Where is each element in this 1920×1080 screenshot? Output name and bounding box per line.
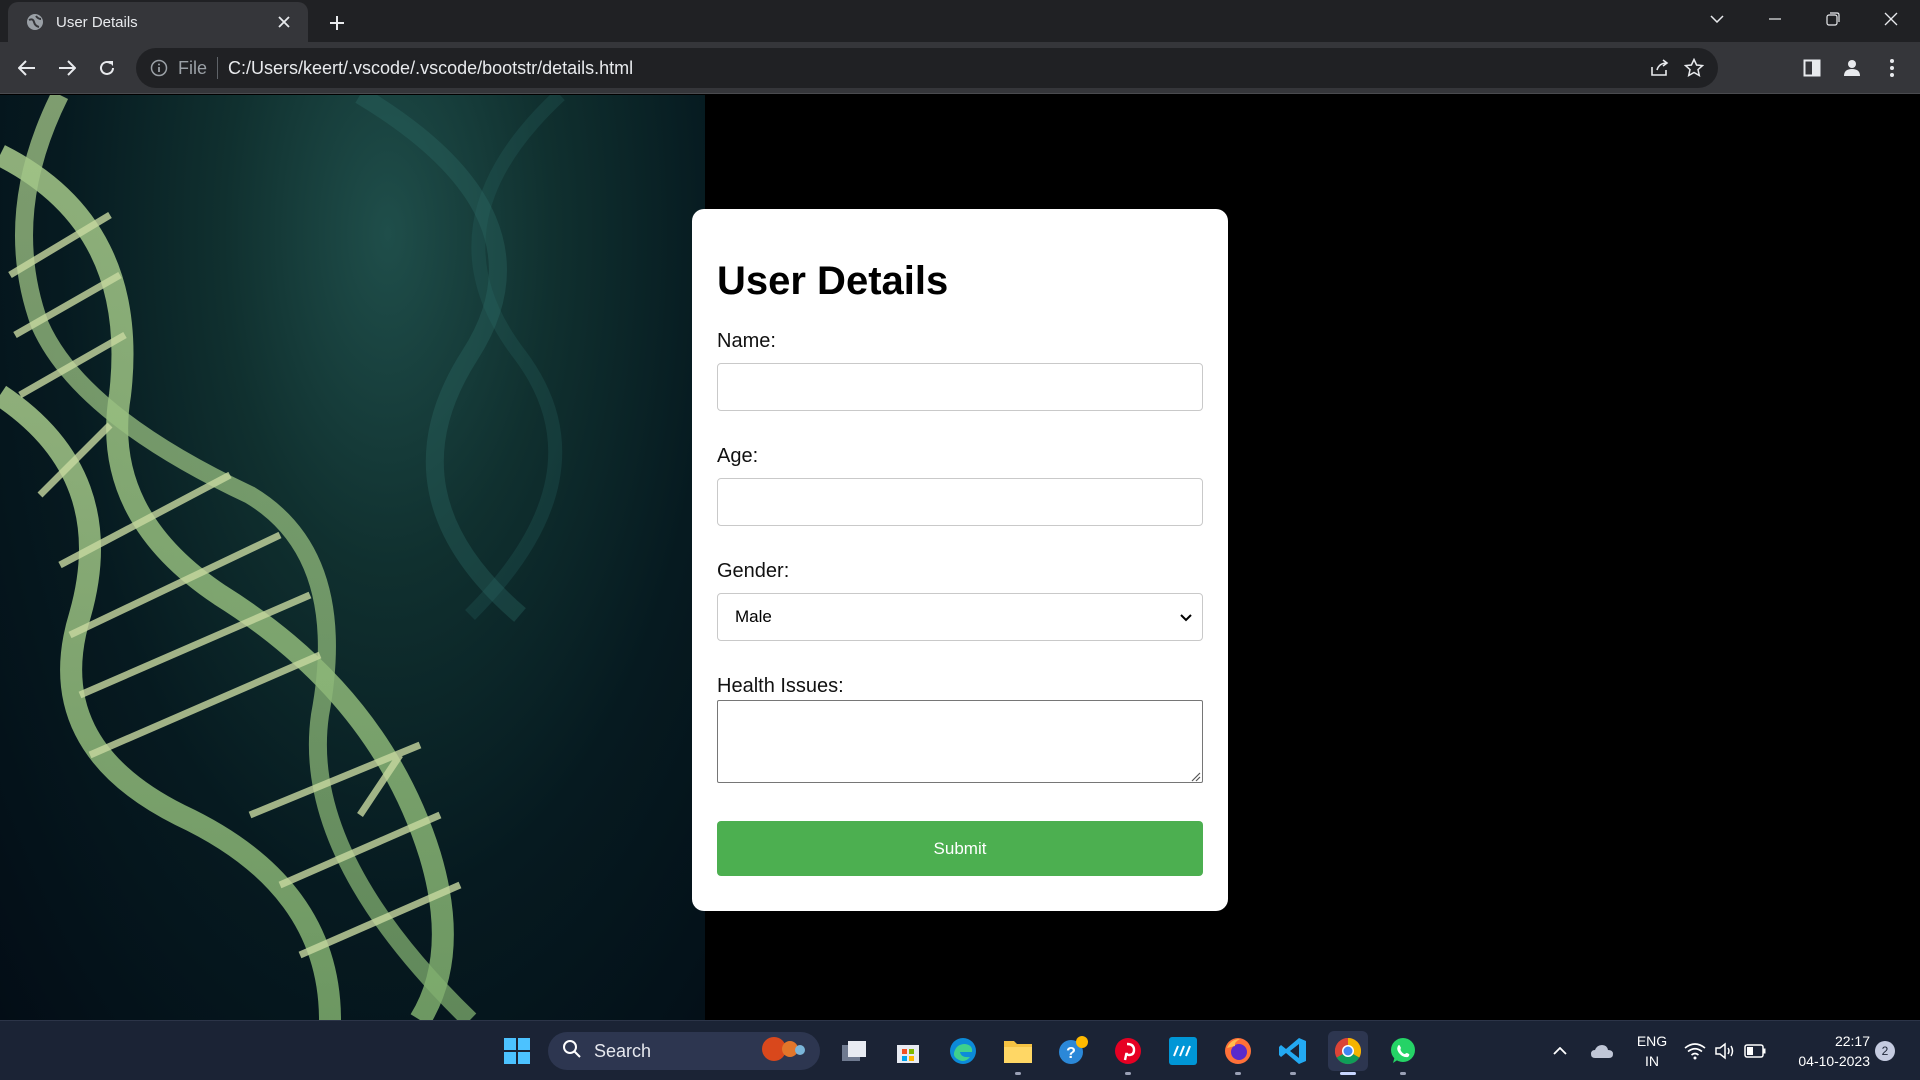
search-label: Search [594,1040,652,1061]
firefox-icon[interactable] [1218,1031,1258,1075]
health-issues-textarea[interactable] [717,700,1203,783]
get-help-icon[interactable]: ? [1053,1031,1093,1071]
gender-select-value: Male [735,607,772,626]
svg-text:?: ? [1066,1045,1076,1062]
reload-button[interactable] [91,52,123,84]
chevron-up-icon[interactable] [1542,1031,1578,1071]
url-scheme-label: File [178,57,208,78]
side-panel-icon[interactable] [1796,52,1828,84]
submit-button[interactable]: Submit [717,821,1203,876]
page-title: User Details [717,259,949,303]
whatsapp-icon[interactable] [1383,1031,1423,1075]
tab-title: User Details [56,13,138,31]
running-indicator [1125,1072,1131,1075]
pinterest-icon[interactable] [1108,1031,1148,1075]
chevron-down-icon [1180,607,1192,627]
gender-label: Gender: [717,560,790,582]
input-language-indicator[interactable]: ENG IN [1632,1031,1672,1071]
age-input[interactable] [717,478,1203,526]
microsoft-store-icon[interactable] [888,1031,928,1071]
page-viewport: User Details Name: Age: Gender: Male Hea… [0,95,1920,1020]
restore-button[interactable] [1804,0,1862,38]
menu-kebab-icon[interactable] [1876,52,1908,84]
running-indicator [1015,1072,1021,1075]
search-icon [562,1039,582,1064]
gender-select[interactable]: Male [717,593,1203,641]
clock-date: 04-10-2023 [1798,1053,1870,1069]
window-controls [1688,0,1920,38]
url-divider [217,57,219,79]
running-indicator [1400,1072,1406,1075]
browser-titlebar: User Details [0,0,1920,42]
task-view-icon[interactable] [834,1031,874,1071]
battery-icon[interactable] [1740,1031,1770,1071]
browser-toolbar: File C:/Users/keert/.vscode/.vscode/boot… [0,42,1920,94]
browser-tab[interactable]: User Details [8,2,308,42]
chrome-icon[interactable] [1328,1031,1368,1075]
address-bar[interactable]: File C:/Users/keert/.vscode/.vscode/boot… [136,48,1718,88]
windows-start-icon[interactable] [497,1031,537,1071]
dna-background-image [0,95,705,1020]
myhp-icon[interactable] [1163,1031,1203,1071]
onedrive-cloud-icon[interactable] [1584,1031,1620,1071]
volume-icon[interactable] [1710,1031,1740,1071]
taskbar-search[interactable]: Search [548,1032,820,1070]
system-clock[interactable]: 22:17 04-10-2023 [1780,1031,1870,1071]
new-tab-button[interactable] [322,8,352,38]
name-input[interactable] [717,363,1203,411]
info-icon[interactable] [150,59,168,77]
close-window-button[interactable] [1862,0,1920,38]
minimize-button[interactable] [1746,0,1804,38]
forward-button[interactable] [51,52,83,84]
profile-icon[interactable] [1836,52,1868,84]
clock-time: 22:17 [1834,1033,1870,1049]
running-indicator [1290,1072,1296,1075]
edge-browser-icon[interactable] [943,1031,983,1071]
wifi-icon[interactable] [1680,1031,1710,1071]
language-code: ENG [1636,1033,1668,1049]
back-button[interactable] [11,52,43,84]
user-details-card: User Details Name: Age: Gender: Male Hea… [692,209,1228,911]
name-label: Name: [717,330,776,352]
active-indicator [1340,1072,1356,1075]
url-text[interactable]: C:/Users/keert/.vscode/.vscode/bootstr/d… [228,58,633,79]
bookmark-star-icon[interactable] [1682,56,1706,80]
vscode-icon[interactable] [1273,1031,1313,1075]
notification-badge[interactable]: 2 [1875,1041,1895,1061]
tab-search-chevron-icon[interactable] [1688,0,1746,38]
share-icon[interactable] [1648,56,1672,80]
file-explorer-icon[interactable] [998,1031,1038,1075]
globe-icon [26,13,44,31]
running-indicator [1235,1072,1241,1075]
health-issues-label: Health Issues: [717,675,844,697]
resize-grip-icon[interactable] [1189,769,1201,782]
search-highlight-icon [756,1034,808,1069]
taskbar: Search ? ENG IN 22:17 04-10-2023 2 [0,1020,1920,1080]
age-label: Age: [717,445,759,467]
region-code: IN [1645,1053,1659,1069]
close-tab-icon[interactable] [272,10,296,34]
